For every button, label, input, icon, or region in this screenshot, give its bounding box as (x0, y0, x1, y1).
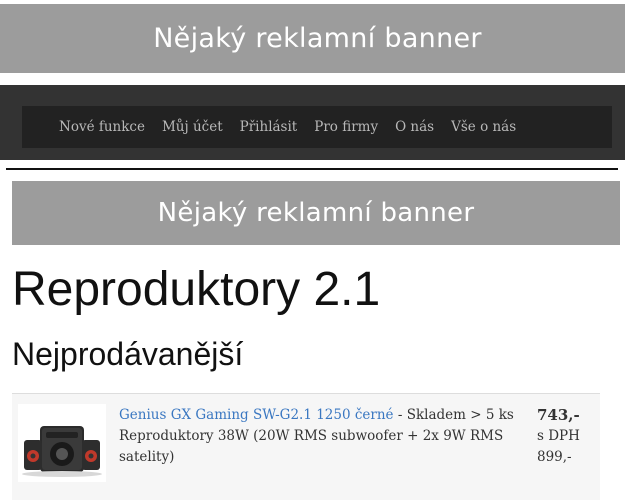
page: Nějaký reklamní banner Nové funkce Můj ú… (0, 0, 625, 500)
product-description: Reproduktory 38W (20W RMS subwoofer + 2x… (119, 428, 504, 465)
nav-item-vse-o-nas[interactable]: Vše o nás (451, 119, 516, 135)
product-row: Genius GX Gaming SW-G2.1 1250 černé - Sk… (12, 394, 600, 500)
product-price-with-vat: 899,- (537, 449, 572, 465)
nav-item-nove-funkce[interactable]: Nové funkce (59, 119, 145, 135)
nav-item-prihlasit[interactable]: Přihlásit (240, 119, 298, 135)
nav-item-o-nas[interactable]: O nás (395, 119, 434, 135)
nav-item-pro-firmy[interactable]: Pro firmy (314, 119, 378, 135)
speaker-set-icon (22, 426, 102, 477)
page-title: Reproduktory 2.1 (12, 263, 381, 316)
main-navigation: Nové funkce Můj účet Přihlásit Pro firmy… (22, 106, 612, 148)
second-ad-banner[interactable]: Nějaký reklamní banner (12, 181, 620, 245)
product-availability: - Skladem > 5 ks (393, 407, 514, 423)
product-name-link[interactable]: Genius GX Gaming SW-G2.1 1250 černé (119, 407, 394, 423)
nav-item-muj-ucet[interactable]: Můj účet (162, 119, 223, 135)
product-image[interactable] (18, 404, 106, 482)
product-price-box: 743,- s DPH 899,- (537, 405, 597, 468)
product-list: Genius GX Gaming SW-G2.1 1250 černé - Sk… (12, 393, 600, 500)
main-navigation-wrapper: Nové funkce Můj účet Přihlásit Pro firmy… (0, 85, 625, 245)
second-ad-banner-text: Nějaký reklamní banner (157, 198, 475, 228)
section-title-bestsellers: Nejprodávanější (12, 336, 244, 372)
header-divider (6, 168, 618, 170)
product-vat-label: s DPH (537, 428, 580, 444)
top-ad-banner-text: Nějaký reklamní banner (153, 23, 482, 54)
top-ad-banner[interactable]: Nějaký reklamní banner (0, 4, 625, 73)
product-info: Genius GX Gaming SW-G2.1 1250 černé - Sk… (119, 405, 519, 468)
product-price: 743,- (537, 406, 580, 424)
